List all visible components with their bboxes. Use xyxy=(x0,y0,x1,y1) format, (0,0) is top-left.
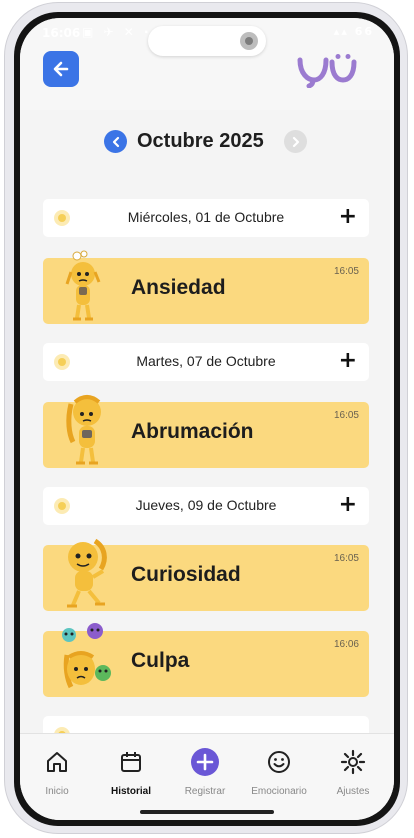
arrow-left-icon xyxy=(53,61,69,77)
notification-icons: ▣ ✈ ✕ · xyxy=(82,25,152,39)
add-entry-button[interactable]: + xyxy=(339,203,357,231)
emotion-entry[interactable]: 16:06 Culpa xyxy=(43,623,369,697)
day-label: Martes, 07 de Octubre xyxy=(136,353,276,369)
smile-icon xyxy=(268,751,290,773)
anxiety-character-icon xyxy=(65,250,101,321)
month-title: Octubre 2025 xyxy=(137,130,264,152)
entry-time: 16:05 xyxy=(333,553,359,564)
bottom-navigation: Inicio Historial Registrar Emocionario A… xyxy=(20,733,394,820)
chevron-left-icon xyxy=(112,136,119,147)
day-header: Miércoles, 01 de Octubre + xyxy=(43,199,369,237)
emotion-entry[interactable]: 16:05 Ansiedad xyxy=(43,250,369,324)
nav-label: Emocionario xyxy=(251,786,307,797)
add-entry-button[interactable]: + xyxy=(339,491,357,519)
nav-emocionario[interactable]: Emocionario xyxy=(242,746,316,806)
dynamic-island xyxy=(148,26,266,56)
day-header: Jueves, 09 de Octubre + xyxy=(43,487,369,525)
nav-ajustes[interactable]: Ajustes xyxy=(316,746,390,806)
next-month-button[interactable] xyxy=(284,130,307,153)
add-entry-button[interactable]: + xyxy=(339,347,357,375)
entry-time: 16:05 xyxy=(333,266,359,277)
emotion-label: Curiosidad xyxy=(131,563,241,586)
plus-circle-icon xyxy=(191,748,219,776)
nav-label: Historial xyxy=(110,786,151,797)
home-icon xyxy=(47,752,67,772)
app-screen: 16:06 ▣ ✈ ✕ · ▴▴ 66 Octubre 2025 Miércol… xyxy=(20,18,394,820)
nav-label: Inicio xyxy=(45,786,69,797)
day-label: Jueves, 09 de Octubre xyxy=(135,497,277,513)
guilt-character-icon xyxy=(62,623,111,689)
home-indicator xyxy=(140,810,274,814)
entry-time: 16:06 xyxy=(333,639,359,650)
nav-historial[interactable]: Historial xyxy=(94,746,168,806)
camera-icon xyxy=(240,32,258,50)
emotion-entry[interactable]: 16:05 Curiosidad xyxy=(43,538,369,611)
previous-month-button[interactable] xyxy=(104,130,127,153)
app-logo xyxy=(296,54,358,92)
status-right: ▴▴ 66 xyxy=(334,25,374,38)
entry-time: 16:05 xyxy=(333,410,359,421)
battery-level: 66 xyxy=(354,25,374,38)
emotion-entry[interactable]: 16:05 Abrumación xyxy=(43,395,369,468)
day-header: Martes, 07 de Octubre + xyxy=(43,343,369,381)
emotion-label: Ansiedad xyxy=(131,276,226,299)
nav-inicio[interactable]: Inicio xyxy=(20,746,94,806)
overwhelm-character-icon xyxy=(66,395,101,465)
calendar-icon xyxy=(121,752,141,772)
gear-icon xyxy=(340,749,366,775)
emotion-label: Culpa xyxy=(131,649,190,672)
nav-label: Ajustes xyxy=(336,786,370,797)
chevron-right-icon xyxy=(292,136,299,147)
month-navigation: Octubre 2025 xyxy=(20,128,394,162)
emotion-label: Abrumación xyxy=(131,420,254,443)
day-label: Miércoles, 01 de Octubre xyxy=(127,209,285,225)
signal-icon: ▴▴ xyxy=(333,25,349,38)
status-time: 16:06 xyxy=(42,26,81,40)
curiosity-character-icon xyxy=(67,538,107,608)
back-button[interactable] xyxy=(43,51,79,87)
nav-label: Registrar xyxy=(184,786,226,797)
nav-registrar[interactable]: Registrar xyxy=(168,746,242,806)
